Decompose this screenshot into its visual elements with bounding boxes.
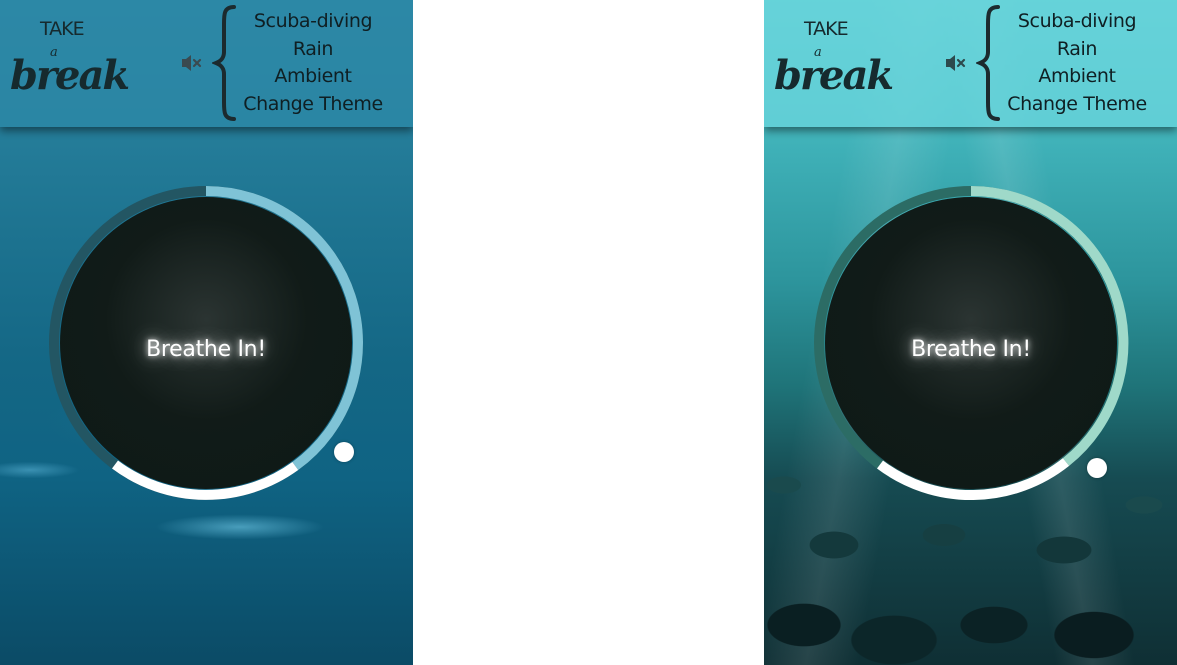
- take-a-break-logo[interactable]: TAKE a break: [772, 16, 894, 106]
- progress-knob[interactable]: [334, 442, 354, 462]
- breathing-circle: Breathe In!: [825, 197, 1117, 489]
- progress-knob[interactable]: [1087, 458, 1107, 478]
- app-panel-left: TAKE a break Scuba-diving Rain Ambient C…: [0, 0, 413, 665]
- logo-take-text: TAKE: [804, 18, 849, 40]
- breathing-timer: Breathe In!: [48, 185, 364, 501]
- menu-item-change-theme[interactable]: Change Theme: [226, 91, 400, 119]
- menu-item-scuba-diving[interactable]: Scuba-diving: [226, 8, 400, 36]
- breathe-instruction: Breathe In!: [146, 337, 266, 362]
- logo-take-text: TAKE: [40, 18, 85, 40]
- menu-item-rain[interactable]: Rain: [226, 36, 400, 64]
- logo-break-text: break: [774, 52, 894, 99]
- mute-speaker-icon[interactable]: [180, 52, 204, 74]
- take-a-break-logo[interactable]: TAKE a break: [8, 16, 130, 106]
- breathing-timer: Breathe In!: [813, 185, 1129, 501]
- breathing-circle: Breathe In!: [60, 197, 352, 489]
- top-header: TAKE a break Scuba-diving Rain Ambient C…: [764, 0, 1177, 127]
- logo-break-text: break: [10, 52, 130, 99]
- app-panel-right: TAKE a break Scuba-diving Rain Ambient C…: [764, 0, 1177, 665]
- breathe-instruction: Breathe In!: [911, 337, 1031, 362]
- menu-item-scuba-diving[interactable]: Scuba-diving: [990, 8, 1164, 36]
- menu-item-ambient[interactable]: Ambient: [226, 63, 400, 91]
- sound-menu: Scuba-diving Rain Ambient Change Theme: [226, 8, 400, 118]
- sound-menu: Scuba-diving Rain Ambient Change Theme: [990, 8, 1164, 118]
- top-header: TAKE a break Scuba-diving Rain Ambient C…: [0, 0, 413, 127]
- menu-item-change-theme[interactable]: Change Theme: [990, 91, 1164, 119]
- menu-item-rain[interactable]: Rain: [990, 36, 1164, 64]
- menu-item-ambient[interactable]: Ambient: [990, 63, 1164, 91]
- mute-speaker-icon[interactable]: [944, 52, 968, 74]
